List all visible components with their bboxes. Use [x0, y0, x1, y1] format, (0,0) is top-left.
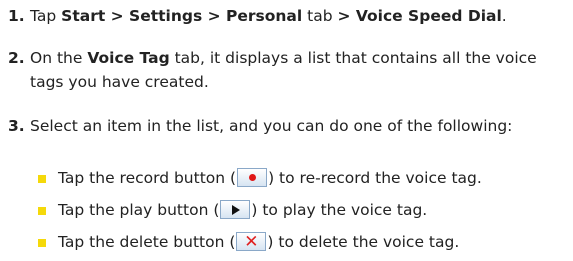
step-1: 1. Tap Start > Settings > Personal tab >…: [0, 4, 565, 28]
step-text-part: .: [501, 7, 507, 25]
bullet-text-before: Tap the delete button (: [58, 233, 236, 251]
bullet-text: Tap the record button ( ) to re-record th…: [58, 166, 482, 190]
bullet-icon: [38, 175, 46, 183]
bullet-text-after: ) to re-record the voice tag.: [268, 169, 482, 187]
instruction-document: 1. Tap Start > Settings > Personal tab >…: [0, 0, 573, 261]
step-text-part: Voice Tag: [87, 49, 170, 67]
bullet-icon: [38, 239, 46, 247]
step-number: 2.: [8, 49, 25, 67]
delete-x-glyph: ✕: [244, 231, 259, 252]
record-dot: [249, 173, 257, 181]
bullet-text-after: ) to delete the voice tag.: [267, 233, 460, 251]
step-text: On the Voice Tag tab, it displays a list…: [30, 46, 550, 94]
bullet-text-before: Tap the record button (: [58, 169, 237, 187]
bullet-text-before: Tap the play button (: [58, 201, 220, 219]
step-text: Tap Start > Settings > Personal tab > Vo…: [30, 4, 565, 28]
step-text-part: > Voice Speed Dial: [337, 7, 502, 25]
step-text: Select an item in the list, and you can …: [30, 114, 550, 138]
bullet-delete: Tap the delete button ( ✕ ) to delete the …: [0, 230, 573, 254]
play-icon: [220, 199, 251, 219]
step-text-part: Tap: [30, 7, 62, 25]
bullet-record: Tap the record button ( ) to re-record th…: [0, 166, 573, 190]
step-text-part: tab: [302, 7, 338, 25]
bullet-text: Tap the play button ( ) to play the voice…: [58, 198, 427, 222]
bullet-icon: [38, 207, 46, 215]
step-text-part: Select an item in the list, and you can …: [30, 117, 513, 135]
step-number: 1.: [8, 7, 25, 25]
step-2: 2. On the Voice Tag tab, it displays a l…: [0, 46, 565, 94]
bullet-text-after: ) to play the voice tag.: [251, 201, 428, 219]
play-triangle: [232, 204, 241, 215]
bullet-play: Tap the play button ( ) to play the voice…: [0, 198, 573, 222]
step-text-part: On the: [30, 49, 88, 67]
record-icon: [237, 167, 268, 187]
step-3: 3. Select an item in the list, and you c…: [0, 114, 565, 138]
bullet-text: Tap the delete button ( ✕ ) to delete the …: [58, 230, 459, 254]
delete-icon: ✕: [236, 231, 267, 252]
step-text-part: Start > Settings > Personal: [61, 7, 303, 25]
step-number: 3.: [8, 117, 25, 135]
